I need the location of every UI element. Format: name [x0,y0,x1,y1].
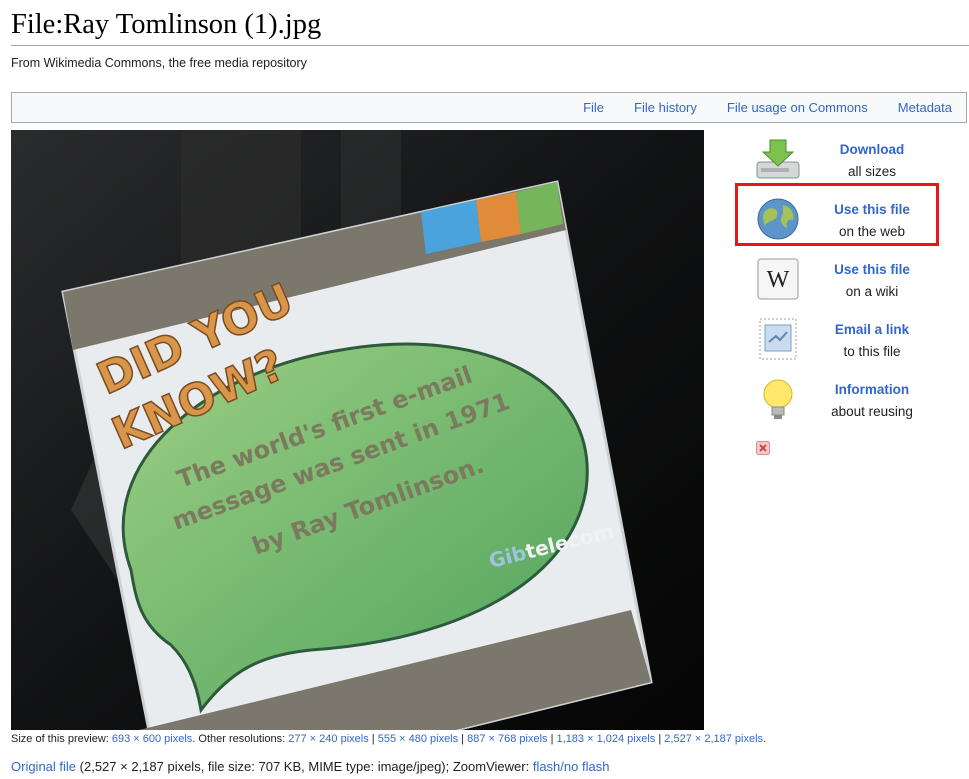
zoomviewer-link[interactable]: flash/no flash [533,759,610,774]
separator: | [368,733,378,745]
file-preview-image[interactable]: DID YOU KNOW? The world's first e-mail m… [11,130,704,730]
use-file-wiki-sublabel: on a wiki [845,284,899,299]
information-label[interactable]: Information [817,379,927,401]
download-sublabel: all sizes [847,164,896,179]
wikipedia-w-icon: W [757,258,799,300]
download-action[interactable]: Download all sizes [735,130,943,190]
toc-link-file-history[interactable]: File history [634,100,697,115]
file-toc-bar: File File history File usage on Commons … [11,92,967,123]
use-file-wiki-action[interactable]: W Use this file on a wiki [735,250,943,310]
size-info-line: Size of this preview: 693 × 600 pixels. … [11,733,766,745]
original-file-details: (2,527 × 2,187 pixels, file size: 707 KB… [76,759,533,774]
size-info-prefix: Size of this preview: [11,733,112,745]
download-drive-icon [756,139,800,179]
site-tagline: From Wikimedia Commons, the free media r… [11,56,307,70]
photo-ray-tomlinson-card: DID YOU KNOW? The world's first e-mail m… [11,130,704,730]
size-info-middle: . Other resolutions: [192,733,289,745]
information-action[interactable]: Information about reusing [735,370,943,430]
email-link-label[interactable]: Email a link [817,319,927,341]
envelope-stamp-icon [759,318,797,360]
resolution-link-2527[interactable]: 2,527 × 2,187 pixels [664,733,763,745]
close-icon[interactable] [756,441,770,455]
original-file-link[interactable]: Original file [11,759,76,774]
resolution-link-1183[interactable]: 1,183 × 1,024 pixels [557,733,656,745]
email-link-sublabel: to this file [843,344,901,359]
separator: | [547,733,557,745]
download-label[interactable]: Download [817,139,927,161]
resolution-link-277[interactable]: 277 × 240 pixels [288,733,368,745]
resolution-link-555[interactable]: 555 × 480 pixels [378,733,458,745]
toc-link-metadata[interactable]: Metadata [898,100,952,115]
toc-link-file-usage[interactable]: File usage on Commons [727,100,868,115]
preview-size-link[interactable]: 693 × 600 pixels [112,733,192,745]
highlight-box [735,183,939,246]
size-info-suffix: . [763,733,767,745]
lightbulb-icon [763,379,793,419]
information-sublabel: about reusing [831,404,913,419]
page-title: File:Ray Tomlinson (1).jpg [11,6,969,46]
original-file-line: Original file (2,527 × 2,187 pixels, fil… [11,759,609,774]
resolution-link-887[interactable]: 887 × 768 pixels [467,733,547,745]
email-link-action[interactable]: Email a link to this file [735,310,943,370]
use-file-wiki-label[interactable]: Use this file [817,259,927,281]
separator: | [655,733,665,745]
separator: | [458,733,468,745]
toc-link-file[interactable]: File [583,100,604,115]
svg-text:W: W [767,267,790,293]
